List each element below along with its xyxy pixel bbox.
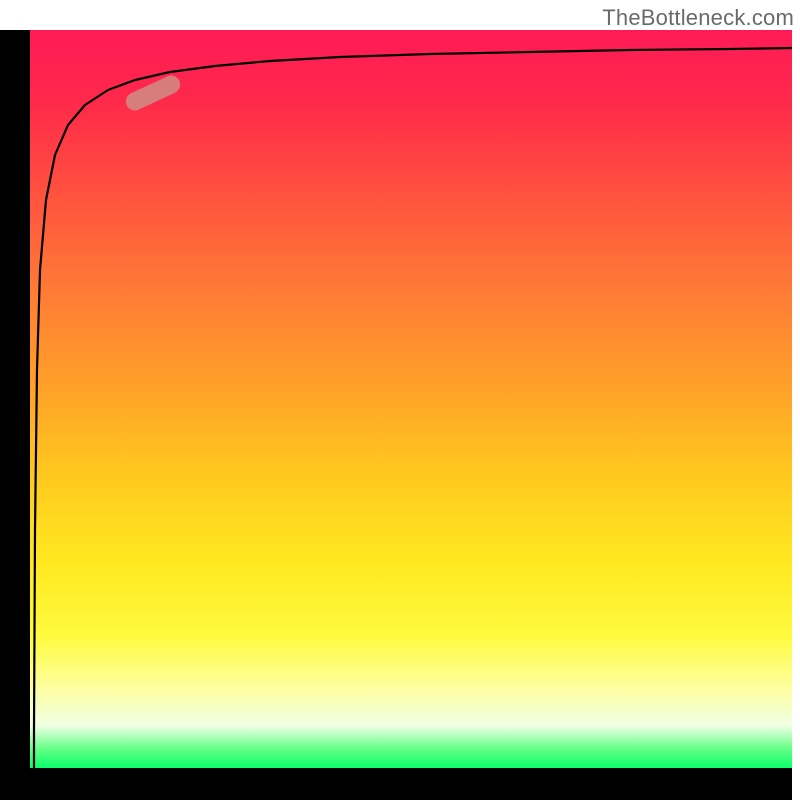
chart-container: TheBottleneck.com bbox=[0, 0, 800, 800]
watermark-text: TheBottleneck.com bbox=[602, 5, 794, 31]
curve-layer bbox=[30, 30, 792, 770]
y-axis bbox=[0, 30, 30, 770]
bottleneck-curve bbox=[34, 48, 792, 768]
x-axis bbox=[0, 768, 792, 800]
curve-marker bbox=[123, 73, 183, 114]
plot-area bbox=[30, 30, 792, 770]
